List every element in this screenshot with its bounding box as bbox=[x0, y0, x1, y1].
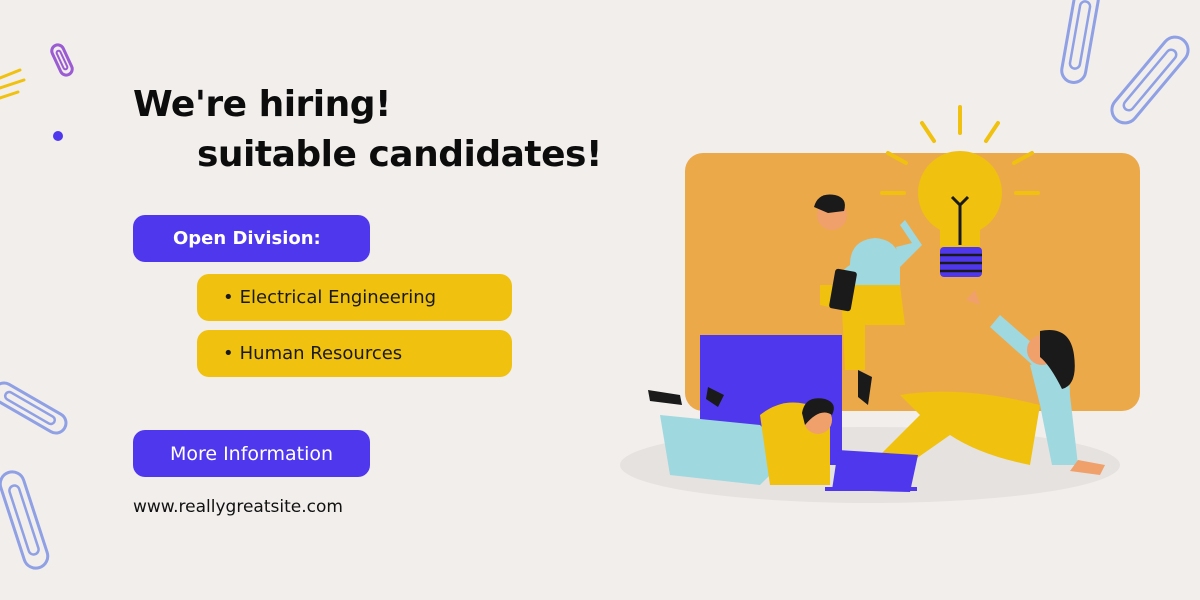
bullet: • bbox=[223, 287, 234, 308]
division-item-label: Human Resources bbox=[239, 343, 403, 364]
yellow-stripes bbox=[0, 68, 26, 100]
website-link[interactable]: www.reallygreatsite.com bbox=[133, 497, 343, 517]
paperclip-icon bbox=[50, 43, 74, 77]
team-illustration bbox=[620, 105, 1140, 503]
hiring-banner: We're hiring! suitable candidates! Open … bbox=[0, 0, 1200, 600]
division-item-label: Electrical Engineering bbox=[239, 287, 437, 308]
headline-line-1: We're hiring! bbox=[133, 84, 391, 125]
headline-line-2: suitable candidates! bbox=[197, 134, 602, 175]
division-item: • Human Resources bbox=[197, 330, 512, 377]
paperclip-icon bbox=[0, 381, 68, 435]
division-item: • Electrical Engineering bbox=[197, 274, 512, 321]
more-information-button[interactable]: More Information bbox=[133, 430, 370, 477]
bullet: • bbox=[223, 343, 234, 364]
paperclip-icon bbox=[0, 470, 50, 570]
open-division-label: Open Division: bbox=[133, 215, 370, 262]
blue-dot bbox=[53, 131, 63, 141]
paperclip-icon bbox=[1060, 0, 1100, 84]
laptop-icon bbox=[832, 450, 918, 492]
